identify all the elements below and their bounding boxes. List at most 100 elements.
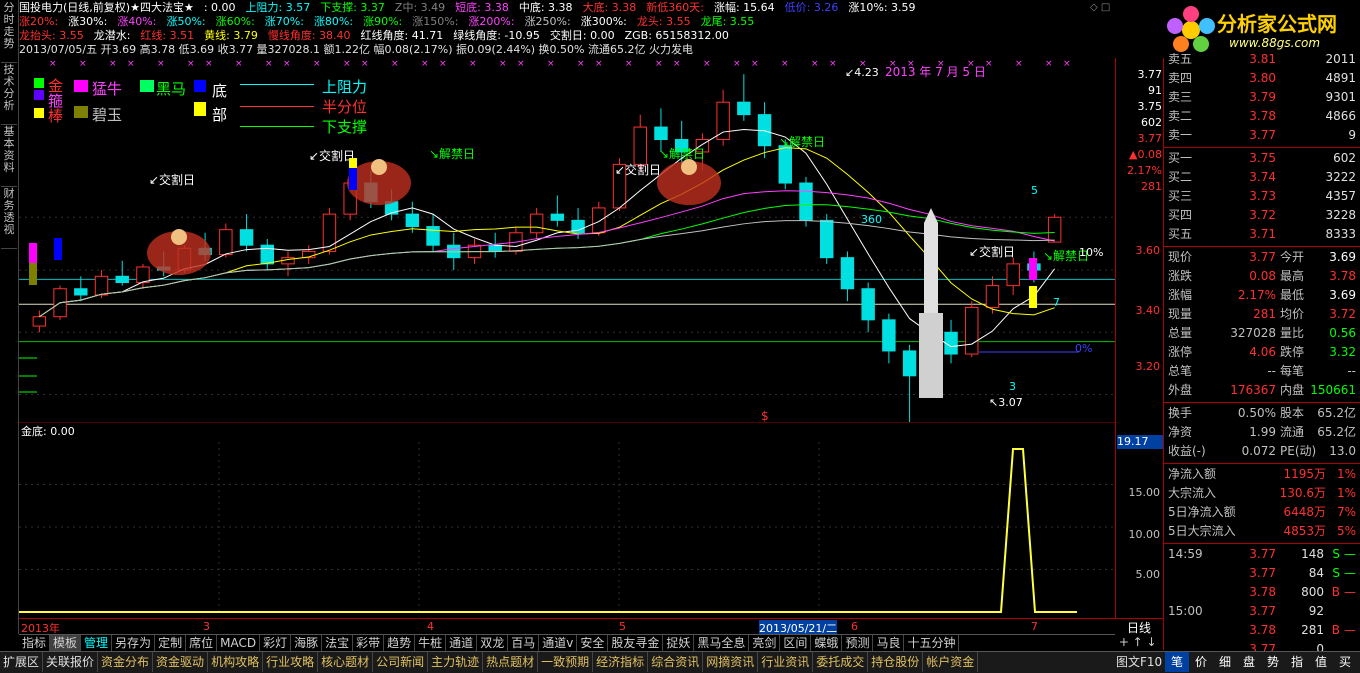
indicator-tab[interactable]: MACD [217, 635, 261, 651]
info-tab[interactable]: 关联报价 [43, 652, 99, 672]
indicator-tab[interactable]: 通道 [446, 635, 478, 651]
stat2-row: 收益(-) 0.072 PE(动) 13.0 [1168, 444, 1356, 458]
top-marker: × [811, 59, 819, 69]
panel-switch-tab[interactable]: 值 [1309, 652, 1333, 672]
sub-indicator-chart[interactable]: 金底: 0.00 [19, 422, 1115, 618]
info-tab[interactable]: 网摘资讯 [703, 652, 759, 672]
info-tab[interactable]: 一致预期 [538, 652, 594, 672]
signal-bar [29, 243, 37, 265]
legend-banfenwei: 半分位 [322, 98, 368, 116]
panel-switch-tab[interactable]: 笔 [1165, 652, 1189, 672]
n3-label: 3 [1009, 380, 1016, 393]
indicator-tab[interactable]: 双龙 [477, 635, 509, 651]
top-marker: × [361, 59, 369, 69]
indicator-tab[interactable]: 指标 [19, 635, 51, 651]
info-tab[interactable]: 热点题材 [483, 652, 539, 672]
info-tab[interactable]: 帐户资金 [923, 652, 979, 672]
legend-xiazhicheng: 下支撑 [322, 118, 368, 136]
info-tab[interactable]: 主力轨迹 [428, 652, 484, 672]
info-tab[interactable]: 公司新闻 [373, 652, 429, 672]
indicator-tab[interactable]: 股友寻金 [608, 635, 664, 651]
top-marker: × [265, 59, 273, 69]
vtab-technical[interactable]: 技术分析 [1, 64, 17, 125]
indicator-tab[interactable]: 彩灯 [260, 635, 292, 651]
indicator-tab[interactable]: 另存为 [112, 635, 156, 651]
panel-switch-tab[interactable]: 指 [1285, 652, 1309, 672]
logo-text: 分析家公式网 [1217, 12, 1337, 36]
stat-row: 总量 327028 量比 0.56 [1168, 326, 1356, 340]
candle-body [799, 182, 813, 221]
header-field: 涨40%: [117, 15, 157, 28]
logo-url: www.88gs.com [1229, 36, 1321, 50]
jiejin-label: ↘解禁日 [779, 135, 825, 149]
indicator-tab[interactable]: 席位 [186, 635, 218, 651]
indicator-tab[interactable]: 管理 [81, 635, 113, 651]
header-field: 涨20%: [19, 15, 59, 28]
top-marker: × [517, 59, 525, 69]
candle-body [840, 257, 855, 290]
info-tab[interactable]: 资金分布 [98, 652, 154, 672]
stat-row: 现量 281 均价 3.72 [1168, 307, 1356, 321]
indicator-tab[interactable]: 亮剑 [749, 635, 781, 651]
header-field: 涨80%: [313, 15, 354, 28]
indicator-tab[interactable]: 定制 [155, 635, 187, 651]
indicator-tab[interactable]: 黑马全息 [694, 635, 750, 651]
candle-body [322, 213, 337, 252]
legend-swatch-biyu [74, 106, 88, 118]
panel-switch-tab[interactable]: 势 [1261, 652, 1285, 672]
info-tab[interactable]: 行业攻略 [263, 652, 319, 672]
date-tick: 5 [619, 620, 626, 633]
indicator-tab[interactable]: 海豚 [291, 635, 323, 651]
info-tab[interactable]: 扩展区 [0, 652, 44, 672]
jiaoge-label: ↙交割日 [309, 148, 355, 163]
indicator-tab[interactable]: 十五分钟 [904, 635, 960, 651]
header-field: 绿线角度: -10.95 [453, 29, 540, 42]
vtab-intraday[interactable]: 分时走势 [1, 2, 17, 63]
legend-swatch-bu [194, 102, 206, 116]
info-tab[interactable]: 行业资讯 [758, 652, 814, 672]
bid-row: 买三 3.73 4357 [1168, 189, 1356, 203]
period-label[interactable]: 日线 [1115, 618, 1163, 635]
indicator-tab[interactable]: 捉妖 [663, 635, 695, 651]
info-tab[interactable]: 委托成交 [813, 652, 869, 672]
indicator-tab[interactable]: 牛桩 [415, 635, 447, 651]
chart-legend: 金 猛牛 黑马 底 箍 棒 碧玉 部 [34, 77, 244, 128]
indicator-tab[interactable]: 预测 [842, 635, 874, 651]
info-tab[interactable]: 经济指标 [593, 652, 649, 672]
panel-switch-tab[interactable]: 价 [1189, 652, 1213, 672]
rocket-booster [919, 313, 943, 398]
indicator-tab[interactable]: 法宝 [322, 635, 354, 651]
vtab-basic[interactable]: 基本资料 [1, 126, 17, 187]
info-tab[interactable]: 机构攻略 [208, 652, 264, 672]
indicator-tab[interactable]: 区间 [780, 635, 812, 651]
f10-tab[interactable]: 图文F10 [1116, 652, 1162, 672]
figure-head [371, 159, 387, 175]
indicator-tab[interactable]: 马良 [873, 635, 905, 651]
n5-label: 5 [1031, 184, 1038, 197]
info-tab[interactable]: 持仓股份 [868, 652, 924, 672]
vtab-finance[interactable]: 财务透视 [1, 188, 17, 249]
flow-row: 5日净流入额 6448万 7% [1168, 505, 1356, 519]
zoom-controls[interactable]: + ↑ ↓ [1115, 634, 1163, 651]
panel-switch-tab[interactable]: 买 [1333, 652, 1357, 672]
indicator-tab[interactable]: 趋势 [384, 635, 416, 651]
header-field: : 0.00 [203, 1, 236, 14]
candle-body [654, 126, 668, 141]
window-controls[interactable]: ◇ □ [1090, 2, 1110, 13]
indicator-tab[interactable]: 彩带 [353, 635, 385, 651]
info-tab[interactable]: 核心题材 [318, 652, 374, 672]
indicator-tab[interactable]: 模板 [50, 635, 82, 651]
indicator-tab[interactable]: 百马 [508, 635, 540, 651]
candle-body [239, 229, 254, 246]
sub-max-value: 19.17 [1117, 435, 1163, 449]
panel-switch-tab[interactable]: 盘 [1237, 652, 1261, 672]
indicator-tab[interactable]: 蝶蛾 [811, 635, 843, 651]
info-tab[interactable]: 资金驱动 [153, 652, 209, 672]
info-tab[interactable]: 综合资讯 [648, 652, 704, 672]
scale-value: 602 [1141, 116, 1162, 129]
indicator-tab[interactable]: 安全 [577, 635, 609, 651]
indicator-tab[interactable]: 通道v [539, 635, 578, 651]
bid-row: 买四 3.72 3228 [1168, 208, 1356, 222]
header-field: ZGB: 65158312.00 [624, 29, 729, 42]
panel-switch-tab[interactable]: 细 [1213, 652, 1237, 672]
